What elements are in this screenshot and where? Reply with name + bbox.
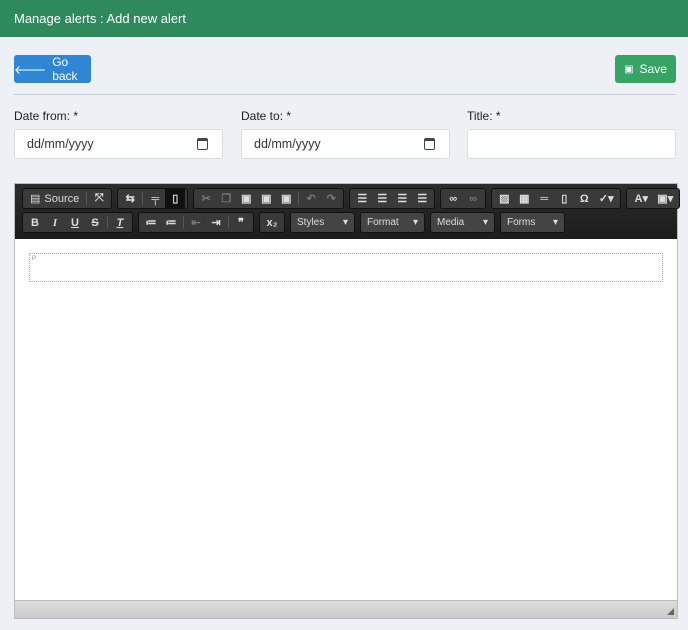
save-button[interactable]: ▣ Save — [615, 55, 676, 83]
editor-status-bar — [15, 600, 677, 618]
link-icon[interactable]: ∞ — [443, 189, 463, 208]
editor-toolbar: ▤ Source ⤧ ⇆ ╤ ▯ ✂ ❐ ▣ ▣ ▣ ↶ ↷ ☰ ☰ ☰ ☰ ∞ ∞ ▨ ▦ ═ ▯ Ω ✓▾ A▾ ▣… — [15, 184, 681, 239]
paste-text-icon[interactable]: ▣ — [256, 189, 276, 208]
go-back-button[interactable]: 🡐 Go back — [14, 55, 91, 83]
numbered-list-icon[interactable]: ≔ — [141, 213, 161, 232]
italic-icon[interactable]: I — [45, 213, 65, 232]
undo-icon[interactable]: ↶ — [301, 189, 321, 208]
date-to-input[interactable]: dd/mm/yyyy — [241, 129, 450, 159]
paste-icon[interactable]: ▣ — [236, 189, 256, 208]
floppy-icon: ▣ — [624, 63, 634, 75]
format-label: Format — [367, 217, 399, 228]
show-borders-icon[interactable]: ▯ — [165, 189, 186, 208]
date-from-placeholder: dd/mm/yyyy — [27, 137, 94, 151]
spellcheck-icon[interactable]: ✓▾ — [594, 189, 618, 208]
calendar-icon[interactable] — [197, 138, 208, 150]
caret-down-icon: ▾ — [342, 217, 348, 228]
go-back-label: Go back — [52, 55, 78, 83]
paragraph-block[interactable]: P — [29, 253, 663, 282]
page-break-icon[interactable]: ▯ — [554, 189, 574, 208]
forms-label: Forms — [507, 217, 536, 228]
source-label: Source — [44, 192, 80, 205]
caret-down-icon: ▾ — [552, 217, 558, 228]
title-input[interactable] — [467, 129, 676, 159]
date-to-label: Date to: * — [241, 109, 292, 123]
underline-icon[interactable]: U — [65, 213, 85, 232]
outdent-icon[interactable]: ⇤ — [186, 213, 206, 232]
title-label: Title: * — [467, 109, 501, 123]
divider — [14, 94, 676, 95]
remove-format-icon[interactable]: T — [110, 213, 130, 232]
resize-grip-icon[interactable] — [667, 608, 674, 615]
maximize-icon[interactable]: ⤧ — [89, 189, 109, 208]
format-dropdown[interactable]: Format ▾ — [360, 212, 425, 233]
copy-icon[interactable]: ❐ — [216, 189, 236, 208]
save-label: Save — [639, 62, 667, 76]
caret-down-icon: ▾ — [482, 217, 488, 228]
forms-dropdown[interactable]: Forms ▾ — [500, 212, 565, 233]
strike-icon[interactable]: S — [85, 213, 105, 232]
cut-icon[interactable]: ✂ — [196, 189, 216, 208]
blockquote-icon[interactable]: ❞ — [231, 213, 251, 232]
date-to-placeholder: dd/mm/yyyy — [254, 137, 321, 151]
paste-word-icon[interactable]: ▣ — [276, 189, 296, 208]
bg-color-icon[interactable]: ▣▾ — [653, 189, 677, 208]
date-from-input[interactable]: dd/mm/yyyy — [14, 129, 223, 159]
redo-icon[interactable]: ↷ — [321, 189, 341, 208]
styles-label: Styles — [297, 217, 325, 228]
source-button[interactable]: ▤ Source — [25, 189, 84, 208]
text-color-icon[interactable]: A▾ — [629, 189, 653, 208]
align-center-icon[interactable]: ☰ — [372, 189, 392, 208]
indent-icon[interactable]: ⇥ — [206, 213, 226, 232]
align-left-icon[interactable]: ☰ — [352, 189, 372, 208]
align-right-icon[interactable]: ☰ — [392, 189, 412, 208]
templates-icon[interactable]: ⇆ — [120, 189, 140, 208]
special-char-icon[interactable]: Ω — [574, 189, 594, 208]
table-icon[interactable]: ▦ — [514, 189, 534, 208]
rich-text-editor: ▤ Source ⤧ ⇆ ╤ ▯ ✂ ❐ ▣ ▣ ▣ ↶ ↷ ☰ ☰ ☰ ☰ ∞ ∞ ▨ ▦ ═ ▯ Ω ✓▾ A▾ ▣… — [14, 183, 681, 619]
styles-dropdown[interactable]: Styles ▾ — [290, 212, 355, 233]
justify-icon[interactable]: ☰ — [412, 189, 432, 208]
unlink-icon[interactable]: ∞ — [463, 189, 483, 208]
page-header: Manage alerts : Add new alert — [0, 0, 688, 37]
bold-icon[interactable]: B — [25, 213, 45, 232]
image-icon[interactable]: ▨ — [494, 189, 514, 208]
editor-content[interactable]: P — [15, 240, 677, 600]
date-from-label: Date from: * — [14, 109, 79, 123]
show-blocks-icon[interactable]: ╤ — [145, 189, 165, 208]
media-dropdown[interactable]: Media ▾ — [430, 212, 495, 233]
bulleted-list-icon[interactable]: ≔ — [161, 213, 181, 232]
source-icon: ▤ — [30, 193, 41, 205]
arrow-left-icon: 🡐 — [14, 62, 47, 77]
horizontal-rule-icon[interactable]: ═ — [534, 189, 554, 208]
calendar-icon[interactable] — [424, 138, 435, 150]
subscript-icon[interactable]: x₂ — [262, 213, 282, 232]
media-label: Media — [437, 217, 465, 228]
caret-down-icon: ▾ — [412, 217, 418, 228]
paragraph-tag: P — [32, 256, 37, 262]
